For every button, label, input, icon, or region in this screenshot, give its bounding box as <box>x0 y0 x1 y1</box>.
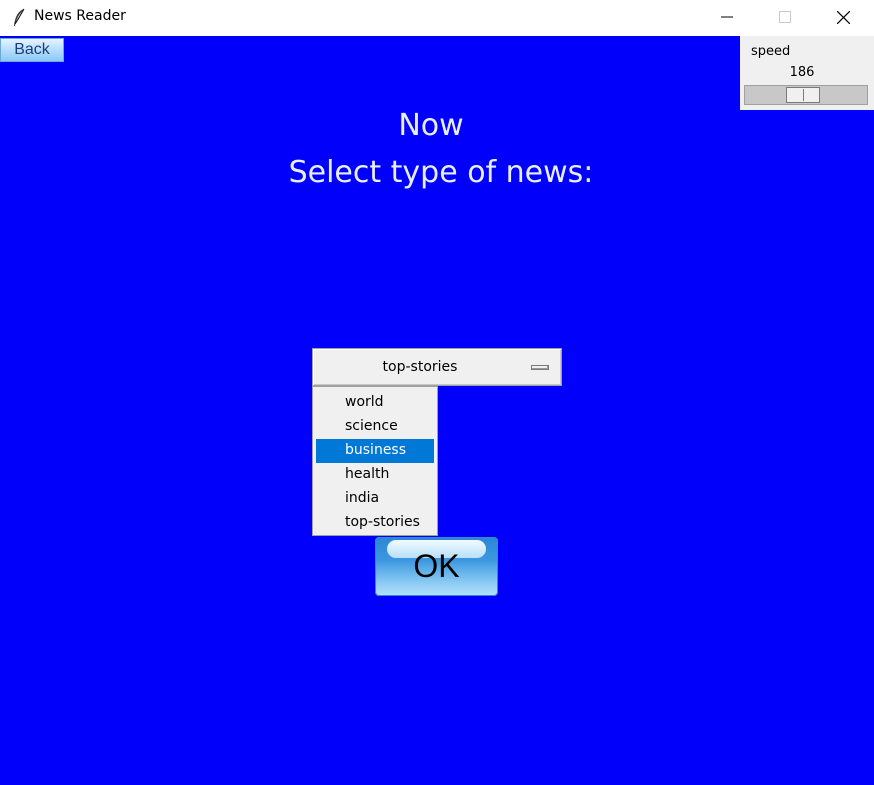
speed-panel: speed 186 <box>740 36 874 110</box>
close-icon <box>836 10 850 24</box>
minimize-button[interactable] <box>698 0 756 34</box>
minimize-icon <box>721 16 733 18</box>
menu-item-health[interactable]: health <box>316 463 434 487</box>
menu-item-top-stories[interactable]: top-stories <box>316 511 434 535</box>
heading-now: Now <box>398 108 464 143</box>
speed-slider-thumb[interactable] <box>786 87 821 103</box>
news-type-selected-value: top-stories <box>382 359 458 375</box>
back-button[interactable]: Back <box>0 38 64 62</box>
page-title: Select type of news: <box>288 155 594 190</box>
maximize-button[interactable] <box>756 0 814 34</box>
maximize-icon <box>779 11 791 23</box>
speed-label: speed <box>751 44 791 59</box>
close-button[interactable] <box>814 0 872 34</box>
speed-value: 186 <box>789 65 815 80</box>
ok-button[interactable]: OK <box>375 537 498 596</box>
speed-slider[interactable] <box>744 85 868 105</box>
news-type-dropdown[interactable]: top-stories <box>312 348 562 386</box>
menu-item-india[interactable]: india <box>316 487 434 511</box>
menu-item-science[interactable]: science <box>316 415 434 439</box>
feather-icon <box>14 8 25 26</box>
main-content: Back speed 186 Now Select type of news: … <box>0 36 874 785</box>
menu-item-world[interactable]: world <box>316 391 434 415</box>
ok-button-label: OK <box>413 548 460 584</box>
window-title: News Reader <box>34 8 126 24</box>
menu-item-business[interactable]: business <box>316 439 434 463</box>
news-type-menu: world science business health india top-… <box>312 386 438 536</box>
dropdown-indicator-icon <box>531 365 549 370</box>
title-bar: News Reader <box>0 0 874 36</box>
